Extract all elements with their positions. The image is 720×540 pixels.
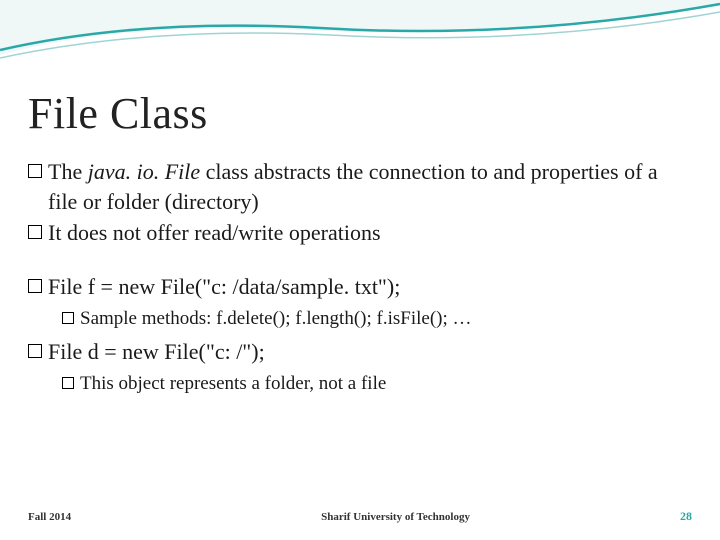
slide-title: File Class [28,88,692,139]
bullet-text: File d = new File("c: /"); [48,337,692,367]
sub-bullet-item: Sample methods: f.delete(); f.length(); … [62,306,692,332]
bullet-item: The java. io. File class abstracts the c… [28,157,692,216]
bullet-box-icon [28,344,42,358]
footer-org: Sharif University of Technology [71,511,680,523]
slide-footer: Fall 2014 Sharif University of Technolog… [0,509,720,524]
sub-bullet-item: This object represents a folder, not a f… [62,371,692,397]
bullet-text: It does not offer read/write operations [48,218,692,248]
bullet-item: File d = new File("c: /"); [28,337,692,367]
bullet-box-icon [28,279,42,293]
bullet-text: This object represents a folder, not a f… [80,371,692,397]
bullet-box-icon [28,225,42,239]
bullet-item: It does not offer read/write operations [28,218,692,248]
bullet-text: The java. io. File class abstracts the c… [48,157,692,216]
bullet-box-icon [62,312,74,324]
bullet-text: File f = new File("c: /data/sample. txt"… [48,272,692,302]
slide-content: File Class The java. io. File class abst… [28,88,692,403]
bullet-text: Sample methods: f.delete(); f.length(); … [80,306,692,332]
bullet-item: File f = new File("c: /data/sample. txt"… [28,272,692,302]
bullet-list: The java. io. File class abstracts the c… [28,157,692,397]
bullet-box-icon [28,164,42,178]
footer-date: Fall 2014 [28,511,71,523]
bullet-box-icon [62,377,74,389]
decorative-swoosh [0,0,720,80]
slide-number: 28 [680,509,692,524]
